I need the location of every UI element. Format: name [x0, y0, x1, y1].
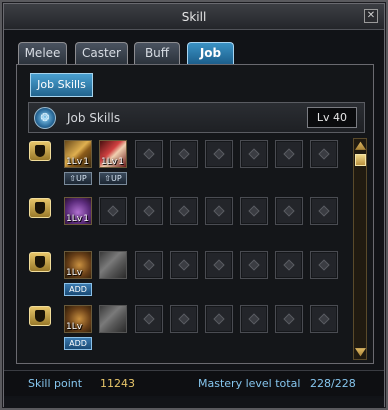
skill-level: 1Lv [66, 157, 83, 167]
bag-skill-icon[interactable]: 1Lv 1 [64, 197, 92, 225]
scroll-skill-icon[interactable]: 1Lv 1 [99, 140, 127, 168]
shield-icon [35, 310, 45, 322]
skill-panel: Job Skills ❂ Job Skills Lv 40 1Lv 1 ⇧UP … [16, 64, 374, 364]
window-title: Skill [181, 10, 207, 24]
skill-level: 1Lv [66, 214, 83, 224]
empty-skill-slot[interactable] [310, 251, 338, 279]
skill-footer: Skill point 11243 Mastery level total 22… [4, 370, 384, 396]
empty-skill-slot[interactable] [205, 305, 233, 333]
tab-melee[interactable]: Melee [18, 42, 67, 64]
level-indicator: Lv 40 [307, 107, 357, 128]
skill-add-button[interactable]: ADD [64, 283, 92, 296]
book-skill-icon[interactable] [99, 305, 127, 333]
sword-skill-icon[interactable]: 1Lv 1 [64, 140, 92, 168]
empty-skill-slot[interactable] [275, 251, 303, 279]
shield-icon [35, 145, 45, 157]
skill-up-button[interactable]: ⇧UP [99, 172, 127, 185]
empty-skill-slot[interactable] [170, 140, 198, 168]
subtab-job-skills[interactable]: Job Skills [30, 73, 93, 97]
empty-skill-slot[interactable] [310, 197, 338, 225]
empty-skill-slot[interactable] [205, 251, 233, 279]
empty-skill-slot[interactable] [310, 305, 338, 333]
empty-skill-slot[interactable] [135, 140, 163, 168]
job-emblem-icon: ❂ [34, 107, 56, 129]
leaf-skill-icon[interactable]: 1Lv [64, 305, 92, 333]
tab-buff[interactable]: Buff [134, 42, 180, 64]
mastery-value: 228/228 [310, 377, 356, 390]
empty-skill-slot[interactable] [240, 251, 268, 279]
empty-skill-slot[interactable] [240, 305, 268, 333]
scroll-thumb[interactable] [355, 154, 366, 166]
book-skill-icon[interactable] [99, 251, 127, 279]
skill-count: 1 [83, 157, 89, 167]
skill-count: 1 [83, 214, 89, 224]
empty-skill-slot[interactable] [240, 140, 268, 168]
empty-skill-slot[interactable] [205, 140, 233, 168]
scroll-down-icon[interactable] [355, 348, 366, 357]
tab-caster[interactable]: Caster [75, 42, 128, 64]
empty-skill-slot[interactable] [275, 140, 303, 168]
empty-skill-slot[interactable] [170, 305, 198, 333]
empty-skill-slot[interactable] [275, 197, 303, 225]
skill-add-button[interactable]: ADD [64, 337, 92, 350]
skill-level: 1Lv [66, 322, 83, 332]
row-lock-button[interactable] [29, 141, 51, 161]
empty-skill-slot[interactable] [170, 197, 198, 225]
scroll-up-icon[interactable] [355, 141, 366, 150]
window-titlebar[interactable]: Skill [4, 4, 384, 30]
skill-count: 1 [118, 157, 124, 167]
empty-skill-slot[interactable] [275, 305, 303, 333]
leaf-skill-icon[interactable]: 1Lv [64, 251, 92, 279]
empty-skill-slot[interactable] [99, 197, 127, 225]
skill-level: 1Lv [66, 268, 83, 278]
empty-skill-slot[interactable] [135, 251, 163, 279]
row-lock-button[interactable] [29, 306, 51, 326]
skill-level: 1Lv [101, 157, 118, 167]
skill-point-label: Skill point [28, 377, 83, 390]
shield-icon [35, 256, 45, 268]
close-icon[interactable]: ✕ [364, 9, 378, 23]
row-lock-button[interactable] [29, 252, 51, 272]
bottom-strip [4, 398, 384, 408]
skill-point-value: 11243 [100, 377, 135, 390]
empty-skill-slot[interactable] [240, 197, 268, 225]
skill-up-button[interactable]: ⇧UP [64, 172, 92, 185]
skill-window: Skill ✕ Melee Caster Buff Job Job Skills… [0, 0, 388, 410]
empty-skill-slot[interactable] [310, 140, 338, 168]
empty-skill-slot[interactable] [205, 197, 233, 225]
tab-job[interactable]: Job [187, 42, 234, 64]
header-title: Job Skills [67, 111, 121, 125]
shield-icon [35, 202, 45, 214]
empty-skill-slot[interactable] [135, 305, 163, 333]
skill-list-scrollbar[interactable] [353, 138, 367, 360]
mastery-label: Mastery level total [198, 377, 301, 390]
empty-skill-slot[interactable] [135, 197, 163, 225]
skill-header: ❂ Job Skills Lv 40 [28, 102, 365, 133]
row-lock-button[interactable] [29, 198, 51, 218]
empty-skill-slot[interactable] [170, 251, 198, 279]
